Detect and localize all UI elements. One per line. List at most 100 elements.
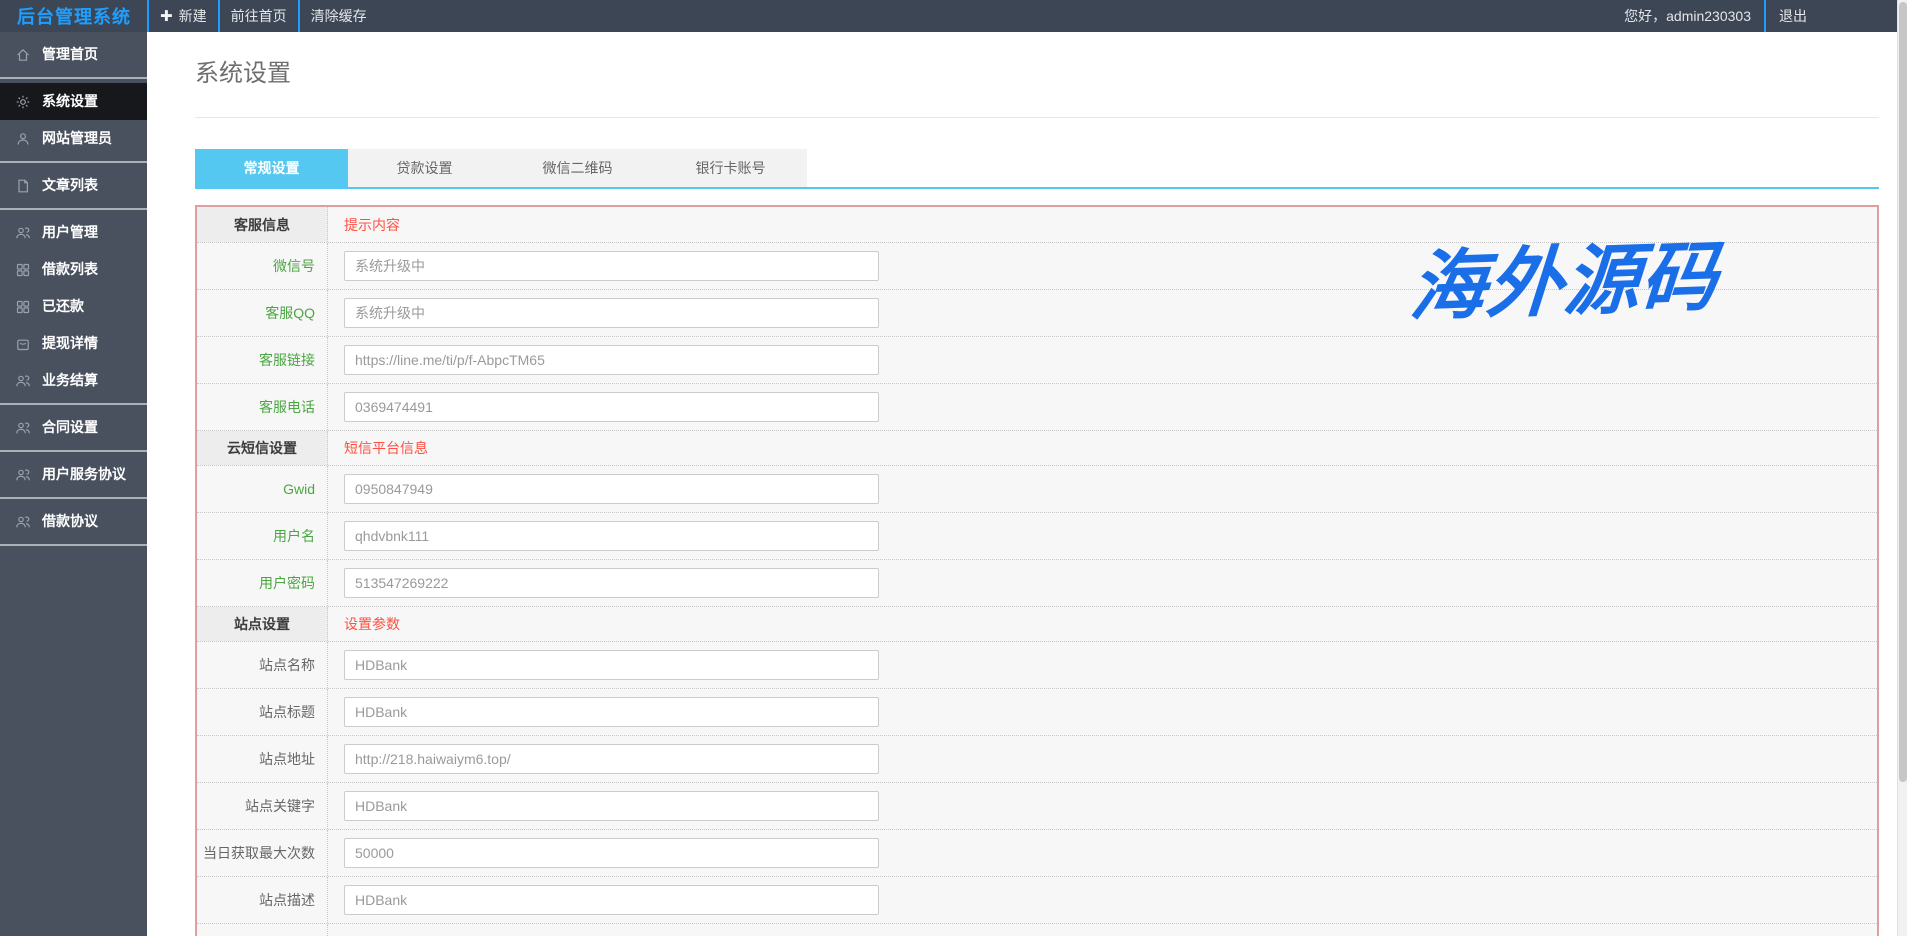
title-divider xyxy=(195,117,1879,118)
sms-username-input[interactable] xyxy=(344,521,879,551)
field-label: Gwid xyxy=(197,466,328,512)
field-label: 客服电话 xyxy=(197,384,328,430)
tab-wechat-qrcode[interactable]: 微信二维码 xyxy=(501,149,654,187)
settings-form-table: 客服信息 提示内容 微信号 客服QQ 客服链接 客服电话 云短信设置 短信平 xyxy=(195,205,1879,936)
sidebar-item-article-list[interactable]: 文章列表 xyxy=(0,167,147,204)
go-home-button[interactable]: 前往首页 xyxy=(218,0,298,32)
bag-icon xyxy=(15,336,31,352)
field-label: 用户名 xyxy=(197,513,328,559)
sidebar-group-separator xyxy=(0,544,147,546)
field-label: 客服链接 xyxy=(197,337,328,383)
sidebar-group-separator xyxy=(0,161,147,163)
section-row-site-settings: 站点设置 设置参数 xyxy=(197,606,1877,641)
section-hint: 短信平台信息 xyxy=(344,438,428,458)
new-button[interactable]: ✚ 新建 xyxy=(147,0,218,32)
gwid-input[interactable] xyxy=(344,474,879,504)
site-name-input[interactable] xyxy=(344,650,879,680)
sidebar-group-separator xyxy=(0,77,147,79)
clear-cache-button[interactable]: 清除缓存 xyxy=(298,0,378,32)
settings-tabbar: 常规设置 贷款设置 微信二维码 银行卡账号 xyxy=(195,149,1879,189)
form-row: 用户密码 xyxy=(197,559,1877,606)
sidebar-item-label: 网站管理员 xyxy=(42,120,112,157)
service-link-input[interactable] xyxy=(344,345,879,375)
form-row: 客服链接 xyxy=(197,336,1877,383)
users-icon xyxy=(15,514,31,530)
tab-bank-card-account[interactable]: 银行卡账号 xyxy=(654,149,807,187)
field-label: 站点地址 xyxy=(197,736,328,782)
page-title: 系统设置 xyxy=(195,58,1879,90)
sidebar-item-label: 用户服务协议 xyxy=(42,456,126,493)
sidebar-item-label: 合同设置 xyxy=(42,409,98,446)
sidebar-item-user-management[interactable]: 用户管理 xyxy=(0,214,147,251)
service-phone-input[interactable] xyxy=(344,392,879,422)
navbar-right: 您好，admin230303 退出 xyxy=(1624,0,1907,32)
top-navbar: 后台管理系统 ✚ 新建 前往首页 清除缓存 您好，admin230303 退出 xyxy=(0,0,1907,32)
field-label: 站点标题 xyxy=(197,689,328,735)
sidebar-group-separator xyxy=(0,208,147,210)
sidebar-item-repaid[interactable]: 已还款 xyxy=(0,288,147,325)
site-url-input[interactable] xyxy=(344,744,879,774)
sidebar-item-site-admin[interactable]: 网站管理员 xyxy=(0,120,147,157)
sidebar-item-loan-list[interactable]: 借款列表 xyxy=(0,251,147,288)
form-row: 微信号 xyxy=(197,242,1877,289)
field-label: 客服QQ xyxy=(197,290,328,336)
form-row: Gwid xyxy=(197,465,1877,512)
form-row: 用户名 xyxy=(197,512,1877,559)
form-row: 站点地址 xyxy=(197,735,1877,782)
tab-general-settings[interactable]: 常规设置 xyxy=(195,149,348,187)
section-hint: 提示内容 xyxy=(344,215,400,235)
sidebar-item-label: 借款协议 xyxy=(42,503,98,540)
form-row: 站点描述 xyxy=(197,876,1877,923)
sidebar-item-user-service-agreement[interactable]: 用户服务协议 xyxy=(0,456,147,493)
user-greeting: 您好，admin230303 xyxy=(1624,0,1751,32)
logout-button[interactable]: 退出 xyxy=(1779,0,1807,32)
sidebar-item-system-settings[interactable]: 系统设置 xyxy=(0,83,147,120)
sidebar-menu: 管理首页 系统设置 网站管理员 文章列表 用户管理 借款列表 已还款 提现详情 … xyxy=(0,32,147,936)
file-icon xyxy=(15,178,31,194)
sidebar-item-label: 管理首页 xyxy=(42,36,98,73)
site-title-input[interactable] xyxy=(344,697,879,727)
scrollbar-thumb[interactable] xyxy=(1899,2,1907,782)
app-logo: 后台管理系统 xyxy=(0,0,147,32)
form-row: 客服QQ xyxy=(197,289,1877,336)
sidebar-item-label: 文章列表 xyxy=(42,167,98,204)
sidebar-item-label: 已还款 xyxy=(42,288,84,325)
sidebar-group-separator xyxy=(0,403,147,405)
form-row-partial xyxy=(197,923,1877,936)
home-icon xyxy=(15,47,31,63)
sidebar-group-separator xyxy=(0,450,147,452)
sidebar-group-separator xyxy=(0,497,147,499)
vertical-scrollbar[interactable] xyxy=(1897,0,1907,936)
grid-icon xyxy=(15,262,31,278)
sidebar-item-loan-agreement[interactable]: 借款协议 xyxy=(0,503,147,540)
grid-icon xyxy=(15,299,31,315)
section-label: 云短信设置 xyxy=(197,431,328,465)
section-label: 客服信息 xyxy=(197,207,328,242)
field-label xyxy=(197,924,328,936)
site-keywords-input[interactable] xyxy=(344,791,879,821)
field-label: 站点关键字 xyxy=(197,783,328,829)
sidebar-item-business-settlement[interactable]: 业务结算 xyxy=(0,362,147,399)
sidebar-item-withdrawal-details[interactable]: 提现详情 xyxy=(0,325,147,362)
sidebar-item-admin-home[interactable]: 管理首页 xyxy=(0,36,147,73)
site-description-input[interactable] xyxy=(344,885,879,915)
gear-icon xyxy=(15,94,31,110)
field-label: 当日获取最大次数 xyxy=(197,830,328,876)
sidebar-item-contract-settings[interactable]: 合同设置 xyxy=(0,409,147,446)
sidebar-item-label: 用户管理 xyxy=(42,214,98,251)
daily-max-count-input[interactable] xyxy=(344,838,879,868)
form-row: 当日获取最大次数 xyxy=(197,829,1877,876)
navbar-separator xyxy=(1764,0,1766,32)
tab-loan-settings[interactable]: 贷款设置 xyxy=(348,149,501,187)
wechat-id-input[interactable] xyxy=(344,251,879,281)
go-home-button-label: 前往首页 xyxy=(231,6,287,26)
field-label: 用户密码 xyxy=(197,560,328,606)
form-row: 站点名称 xyxy=(197,641,1877,688)
sms-password-input[interactable] xyxy=(344,568,879,598)
sidebar-item-label: 提现详情 xyxy=(42,325,98,362)
service-qq-input[interactable] xyxy=(344,298,879,328)
users-icon xyxy=(15,420,31,436)
section-hint: 设置参数 xyxy=(344,614,400,634)
field-label: 站点名称 xyxy=(197,642,328,688)
new-button-label: 新建 xyxy=(179,6,207,26)
